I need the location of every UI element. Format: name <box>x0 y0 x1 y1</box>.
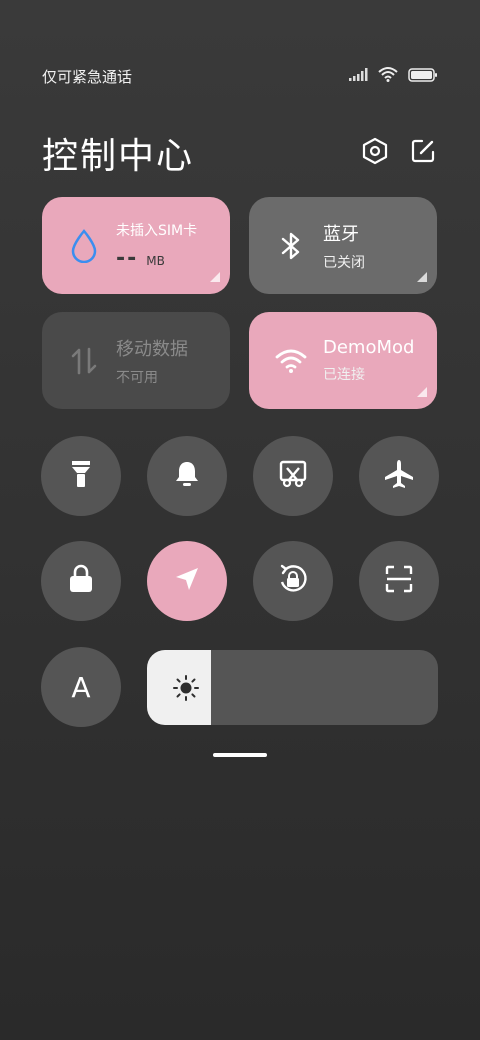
rotation-lock-toggle[interactable] <box>253 541 333 621</box>
settings-icon <box>362 137 388 169</box>
wifi-icon <box>378 66 398 86</box>
auto-brightness-icon: A <box>71 670 91 704</box>
expand-corner-icon <box>417 387 427 397</box>
lock-icon <box>68 564 94 598</box>
settings-button[interactable] <box>360 137 390 169</box>
status-bar: 仅可紧急通话 <box>42 60 438 92</box>
scissors-icon <box>278 459 308 493</box>
data-arrows-icon <box>66 343 102 379</box>
data-usage-tile[interactable]: 未插入SIM卡 -- MB <box>42 197 230 294</box>
screenshot-toggle[interactable] <box>253 436 333 516</box>
rotation-lock-icon <box>276 562 310 600</box>
home-indicator[interactable] <box>213 753 267 757</box>
signal-icon <box>348 67 368 86</box>
sun-icon <box>171 673 201 703</box>
lock-screen-toggle[interactable] <box>41 541 121 621</box>
bluetooth-label: 蓝牙 <box>323 223 359 245</box>
flashlight-icon <box>70 459 92 493</box>
airplane-icon <box>383 458 415 494</box>
wifi-icon <box>273 343 309 379</box>
data-usage-value: -- <box>116 246 139 271</box>
brightness-slider[interactable] <box>147 650 438 725</box>
mobile-data-label: 移动数据 <box>116 338 188 360</box>
page-title: 控制中心 <box>42 136 195 177</box>
edit-icon <box>410 138 436 168</box>
battery-icon <box>408 67 438 86</box>
location-toggle[interactable] <box>147 541 227 621</box>
water-drop-icon <box>66 228 102 264</box>
auto-brightness-toggle[interactable]: A <box>41 647 121 727</box>
airplane-mode-toggle[interactable] <box>359 436 439 516</box>
expand-corner-icon <box>417 272 427 282</box>
bluetooth-status: 已关闭 <box>323 254 365 271</box>
mobile-data-tile[interactable]: 移动数据 不可用 <box>42 312 230 409</box>
status-icons <box>348 66 438 86</box>
data-usage-unit: MB <box>146 254 165 268</box>
carrier-status: 仅可紧急通话 <box>42 67 133 86</box>
wifi-network-name: DemoMod <box>323 337 415 358</box>
location-arrow-icon <box>173 565 201 597</box>
sim-status-label: 未插入SIM卡 <box>116 223 198 239</box>
bluetooth-icon <box>273 228 309 264</box>
scan-icon <box>384 564 414 598</box>
header-actions <box>360 137 438 169</box>
wifi-status: 已连接 <box>323 367 365 383</box>
mobile-data-status: 不可用 <box>116 369 158 386</box>
wifi-tile[interactable]: DemoMod 已连接 <box>249 312 437 409</box>
header: 控制中心 <box>42 128 438 178</box>
edit-button[interactable] <box>408 138 438 168</box>
notifications-toggle[interactable] <box>147 436 227 516</box>
flashlight-toggle[interactable] <box>41 436 121 516</box>
expand-corner-icon <box>210 272 220 282</box>
scanner-toggle[interactable] <box>359 541 439 621</box>
bluetooth-tile[interactable]: 蓝牙 已关闭 <box>249 197 437 294</box>
bell-icon <box>173 459 201 493</box>
